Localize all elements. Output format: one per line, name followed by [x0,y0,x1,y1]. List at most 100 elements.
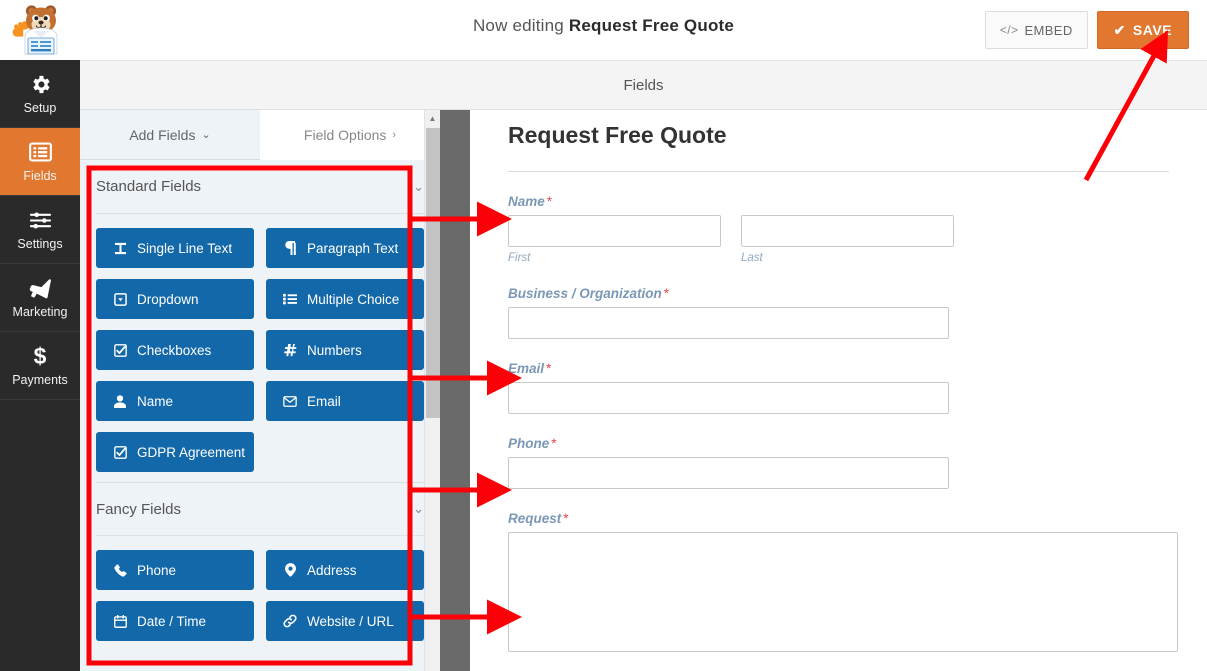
field-button-label: Multiple Choice [307,292,399,307]
request-textarea[interactable] [508,532,1178,652]
field-button-checkboxes[interactable]: Checkboxes [96,330,254,370]
preview-form-title: Request Free Quote [470,110,1207,149]
preview-field-phone[interactable]: Phone* [470,436,1207,489]
field-button-phone[interactable]: Phone [96,550,254,590]
save-button-label: SAVE [1133,22,1172,38]
field-button-name[interactable]: Name [96,381,254,421]
required-asterisk: * [551,436,556,451]
paragraph-icon [282,241,298,255]
sidebar-item-fields[interactable]: Fields [0,128,80,196]
field-button-multiple-choice[interactable]: Multiple Choice [266,279,424,319]
preview-field-business-organization[interactable]: Business / Organization* [470,286,1207,339]
svg-text:$: $ [34,344,47,368]
field-button-label: Phone [137,563,176,578]
panel-scrollbar[interactable]: ▲ [424,110,440,671]
form-preview: Request Free Quote Name* First Last Busi… [470,110,1207,671]
tab-add-fields-label: Add Fields [129,127,195,143]
field-label: Business / Organization* [508,286,1169,301]
sidebar-item-payments[interactable]: $ Payments [0,332,80,400]
sidebar-item-label: Fields [23,169,56,183]
list-icon [29,140,52,164]
preview-field-request[interactable]: Request* [470,511,1207,652]
required-asterisk: * [664,286,669,301]
standard-fields-grid: Single Line Text Paragraph Text Dropdown… [96,214,424,482]
field-label-text: Name [508,194,545,209]
dollar-icon: $ [32,344,48,368]
fancy-fields-grid: Phone Address Date / Time Website / URL [96,536,424,651]
field-button-email[interactable]: Email [266,381,424,421]
field-button-paragraph-text[interactable]: Paragraph Text [266,228,424,268]
gear-icon [29,72,52,96]
editing-prefix: Now editing [473,16,564,35]
first-name-input[interactable] [508,215,721,247]
link-icon [282,614,298,628]
sidebar-item-marketing[interactable]: Marketing [0,264,80,332]
tab-field-options-label: Field Options [304,127,386,143]
panel-tabs: Add Fields ⌄ Field Options › [80,110,440,160]
field-button-label: Email [307,394,341,409]
phone-input[interactable] [508,457,949,489]
section-fancy-fields[interactable]: Fancy Fields ⌄ [96,482,424,536]
field-button-label: Paragraph Text [307,241,398,256]
field-button-dropdown[interactable]: Dropdown [96,279,254,319]
last-name-input[interactable] [741,215,954,247]
tab-add-fields[interactable]: Add Fields ⌄ [80,110,260,160]
field-button-label: Dropdown [137,292,199,307]
checkbox-icon [112,446,128,459]
field-button-label: GDPR Agreement [137,445,245,460]
field-button-label: Website / URL [307,614,394,629]
radio-list-icon [282,293,298,305]
phone-icon [112,564,128,577]
email-input[interactable] [508,382,949,414]
megaphone-icon [28,276,53,300]
map-pin-icon [282,563,298,577]
field-button-gdpr-agreement[interactable]: GDPR Agreement [96,432,254,472]
embed-button[interactable]: </> EMBED [985,11,1088,49]
app-header: Now editing Request Free Quote </> EMBED… [0,0,1207,60]
user-icon [112,395,128,408]
section-header: Fields [80,60,1207,110]
field-button-numbers[interactable]: Numbers [266,330,424,370]
business-organization-input[interactable] [508,307,949,339]
sliders-icon [29,208,52,232]
field-label: Name* [508,194,1169,209]
chevron-down-icon: ⌄ [413,179,424,195]
check-icon: ✔ [1114,22,1126,39]
field-button-label: Address [307,563,357,578]
field-button-label: Checkboxes [137,343,211,358]
field-label: Email* [508,361,1169,376]
title-divider [508,171,1169,172]
preview-field-email[interactable]: Email* [470,361,1207,414]
sidebar-item-label: Setup [24,101,57,115]
tab-field-options[interactable]: Field Options › [260,110,440,160]
scroll-up-arrow-icon[interactable]: ▲ [425,110,440,126]
field-button-label: Numbers [307,343,362,358]
field-button-date-time[interactable]: Date / Time [96,601,254,641]
field-button-label: Date / Time [137,614,206,629]
sidebar-item-setup[interactable]: Setup [0,60,80,128]
sidebar-item-settings[interactable]: Settings [0,196,80,264]
required-asterisk: * [563,511,568,526]
code-icon: </> [1000,23,1019,37]
field-label: Phone* [508,436,1169,451]
hash-icon [282,344,298,357]
field-button-label: Name [137,394,173,409]
dropdown-icon [112,293,128,306]
section-title: Standard Fields [96,178,201,195]
field-button-address[interactable]: Address [266,550,424,590]
add-fields-panel: Add Fields ⌄ Field Options › Standard Fi… [80,110,440,671]
field-label: Request* [508,511,1169,526]
field-button-single-line-text[interactable]: Single Line Text [96,228,254,268]
section-title: Fancy Fields [96,501,181,518]
field-label-text: Phone [508,436,549,451]
last-name-sublabel: Last [741,252,954,264]
scrollbar-thumb[interactable] [426,128,440,418]
main-sidebar: Setup Fields Settings [0,60,80,671]
field-button-website-url[interactable]: Website / URL [266,601,424,641]
preview-field-name[interactable]: Name* First Last [470,194,1207,264]
sidebar-item-label: Marketing [13,305,68,319]
save-button[interactable]: ✔ SAVE [1097,11,1189,49]
section-standard-fields[interactable]: Standard Fields ⌄ [96,160,424,214]
sidebar-item-label: Payments [12,373,68,387]
first-name-sublabel: First [508,252,721,264]
